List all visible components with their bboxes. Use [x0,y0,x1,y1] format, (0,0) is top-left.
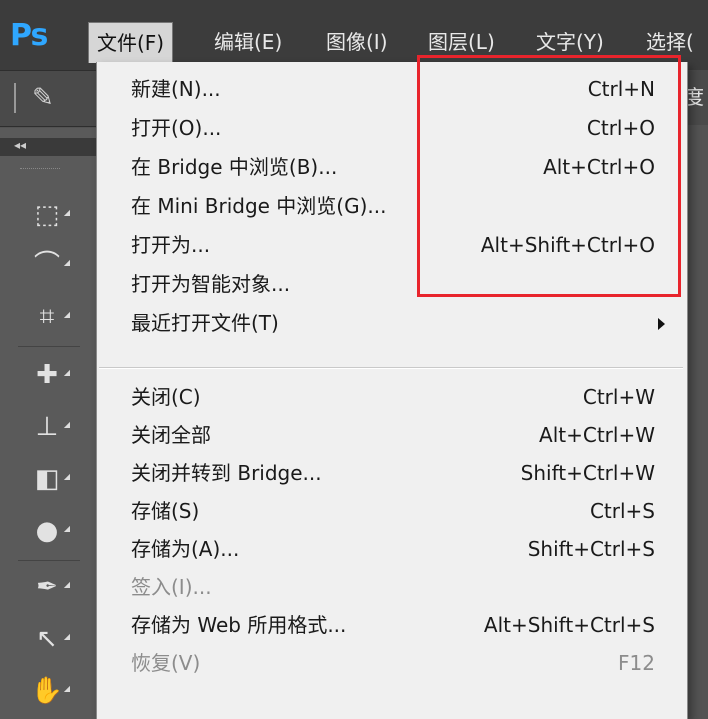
crop-icon[interactable]: ⌗ ◢ [28,298,70,336]
submenu-arrow-icon [658,318,665,330]
panel-grip[interactable] [20,168,60,169]
tools-panel-header[interactable]: ◂◂ [0,138,96,156]
options-bar: ✎ [0,70,96,127]
tools-panel: ◂◂ ⬚ ◢ ⌒ ◢ ⌗ ◢ ✚ ◢ ⊥ ◢ ◧ ◢ ● ◢ ✒ ◢ ↖ ◢ ✋ ◢ [0,128,96,719]
menu-item-check-in: 签入(I)... [97,570,687,604]
menu-item-label: 存储为 Web 所用格式... [131,613,347,637]
collapse-icon[interactable]: ◂◂ [14,138,26,152]
menu-item-save[interactable]: 存储(S) Ctrl+S [97,494,687,528]
menu-item-label: 关闭(C) [131,385,201,409]
pen-icon[interactable]: ✒ ◢ [28,568,70,606]
brush-preset-icon[interactable]: ✎ [32,83,54,113]
menu-item-recent-files[interactable]: 最近打开文件(T) [97,306,687,340]
menu-file[interactable]: 文件(F) [88,22,174,63]
menu-item-shortcut: Alt+Shift+Ctrl+S [483,613,655,637]
grip-handle[interactable] [14,83,19,113]
tools-divider [18,560,80,561]
menu-item-save-for-web[interactable]: 存储为 Web 所用格式... Alt+Shift+Ctrl+S [97,608,687,642]
shortcut-highlight-box [417,55,681,297]
menu-item-shortcut: Shift+Ctrl+W [520,461,655,485]
menu-item-label: 签入(I)... [131,575,212,599]
stamp-icon[interactable]: ⊥ ◢ [28,408,70,446]
menu-item-save-as[interactable]: 存储为(A)... Shift+Ctrl+S [97,532,687,566]
menu-item-shortcut: F12 [618,651,655,675]
menu-item-close-all[interactable]: 关闭全部 Alt+Ctrl+W [97,418,687,452]
menu-edit[interactable]: 编辑(E) [206,22,290,62]
hand-icon[interactable]: ✋ ◢ [28,672,70,710]
blur-drop-icon[interactable]: ● ◢ [28,512,70,550]
menu-item-revert: 恢复(V) F12 [97,646,687,680]
menu-item-label: 打开为智能对象... [131,272,291,296]
menu-item-label: 存储(S) [131,499,200,523]
menu-item-label: 关闭全部 [131,423,211,447]
menu-item-close-goto-bridge[interactable]: 关闭并转到 Bridge... Shift+Ctrl+W [97,456,687,490]
eraser-icon[interactable]: ◧ ◢ [28,460,70,498]
menu-item-shortcut: Ctrl+W [582,385,655,409]
menu-item-label: 关闭并转到 Bridge... [131,461,322,485]
menu-item-close[interactable]: 关闭(C) Ctrl+W [97,380,687,414]
lasso-icon[interactable]: ⌒ ◢ [28,246,70,284]
menu-divider [99,367,683,369]
menu-item-shortcut: Ctrl+S [589,499,655,523]
menu-item-label: 打开(O)... [131,116,222,140]
menu-item-label: 最近打开文件(T) [131,311,279,335]
menu-item-label: 新建(N)... [131,77,221,101]
menu-item-label: 存储为(A)... [131,537,240,561]
healing-brush-icon[interactable]: ✚ ◢ [28,356,70,394]
path-select-icon[interactable]: ↖ ◢ [28,620,70,658]
menu-item-label: 打开为... [131,233,211,257]
photoshop-logo: Ps [10,18,48,53]
menu-item-shortcut: Shift+Ctrl+S [527,537,655,561]
tools-divider [18,346,80,347]
menu-image[interactable]: 图像(I) [318,22,396,62]
menu-item-label: 恢复(V) [131,651,201,675]
menu-item-shortcut: Alt+Ctrl+W [539,423,655,447]
menu-item-label: 在 Mini Bridge 中浏览(G)... [131,194,387,218]
menu-item-label: 在 Bridge 中浏览(B)... [131,155,338,179]
rect-marquee-icon[interactable]: ⬚ ◢ [28,196,70,234]
